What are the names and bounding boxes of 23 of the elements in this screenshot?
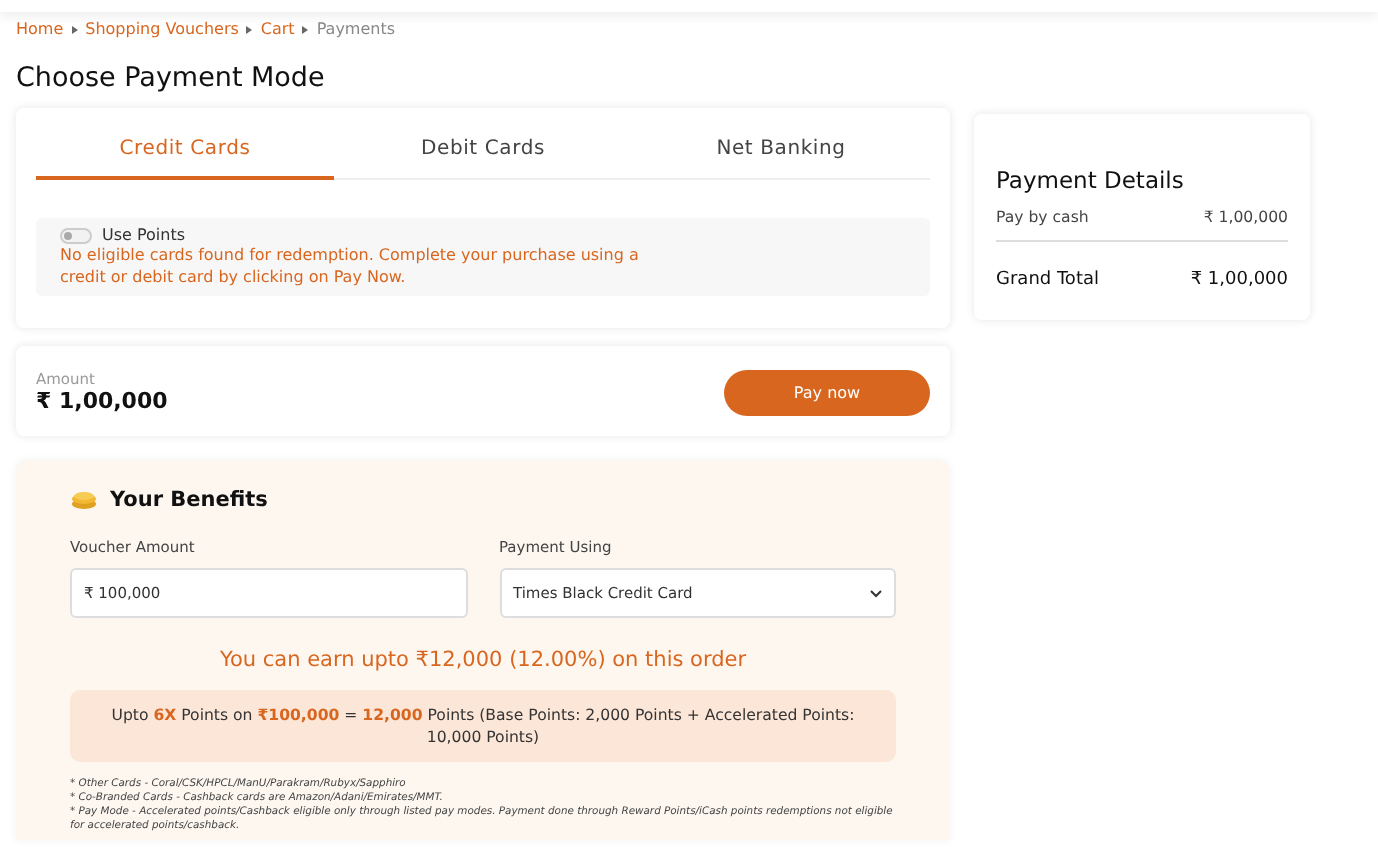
earn-message: You can earn upto ₹12,000 (12.00%) on this order (217, 648, 749, 672)
chevron-icon (246, 25, 253, 33)
amount-value: ₹ 1,00,000 (36, 388, 168, 414)
chevron-icon (302, 25, 309, 33)
pay-now-button[interactable]: Pay now (724, 369, 930, 415)
payment-tab[interactable]: Net Banking (632, 124, 930, 180)
total-value: ₹ 1,00,000 (1190, 270, 1288, 290)
breadcrumb-current: Payments (316, 20, 396, 38)
page-title: Choose Payment Mode (16, 62, 327, 94)
details-title: Payment Details (996, 166, 1186, 194)
breadcrumb-link[interactable]: Cart (260, 20, 295, 38)
breadcrumb-link[interactable]: Shopping Vouchers (85, 20, 239, 38)
chevron-icon (71, 25, 78, 33)
toggle-switch[interactable] (60, 227, 92, 243)
payment-tab[interactable]: Credit Cards (36, 124, 334, 180)
benefits-title: Your Benefits (110, 488, 268, 512)
coins-icon (70, 490, 98, 510)
breadcrumb-link[interactable]: Home (16, 20, 64, 38)
caret-icon (870, 589, 882, 597)
toggle-label: Use Points (102, 226, 186, 244)
total-label: Grand Total (996, 270, 1099, 290)
redemption-message: No eligible cards found for redemption. Complete your purchase using a credit or debit card by clicking on Pay Now. (60, 244, 641, 288)
payment-tab[interactable]: Debit Cards (334, 124, 632, 180)
